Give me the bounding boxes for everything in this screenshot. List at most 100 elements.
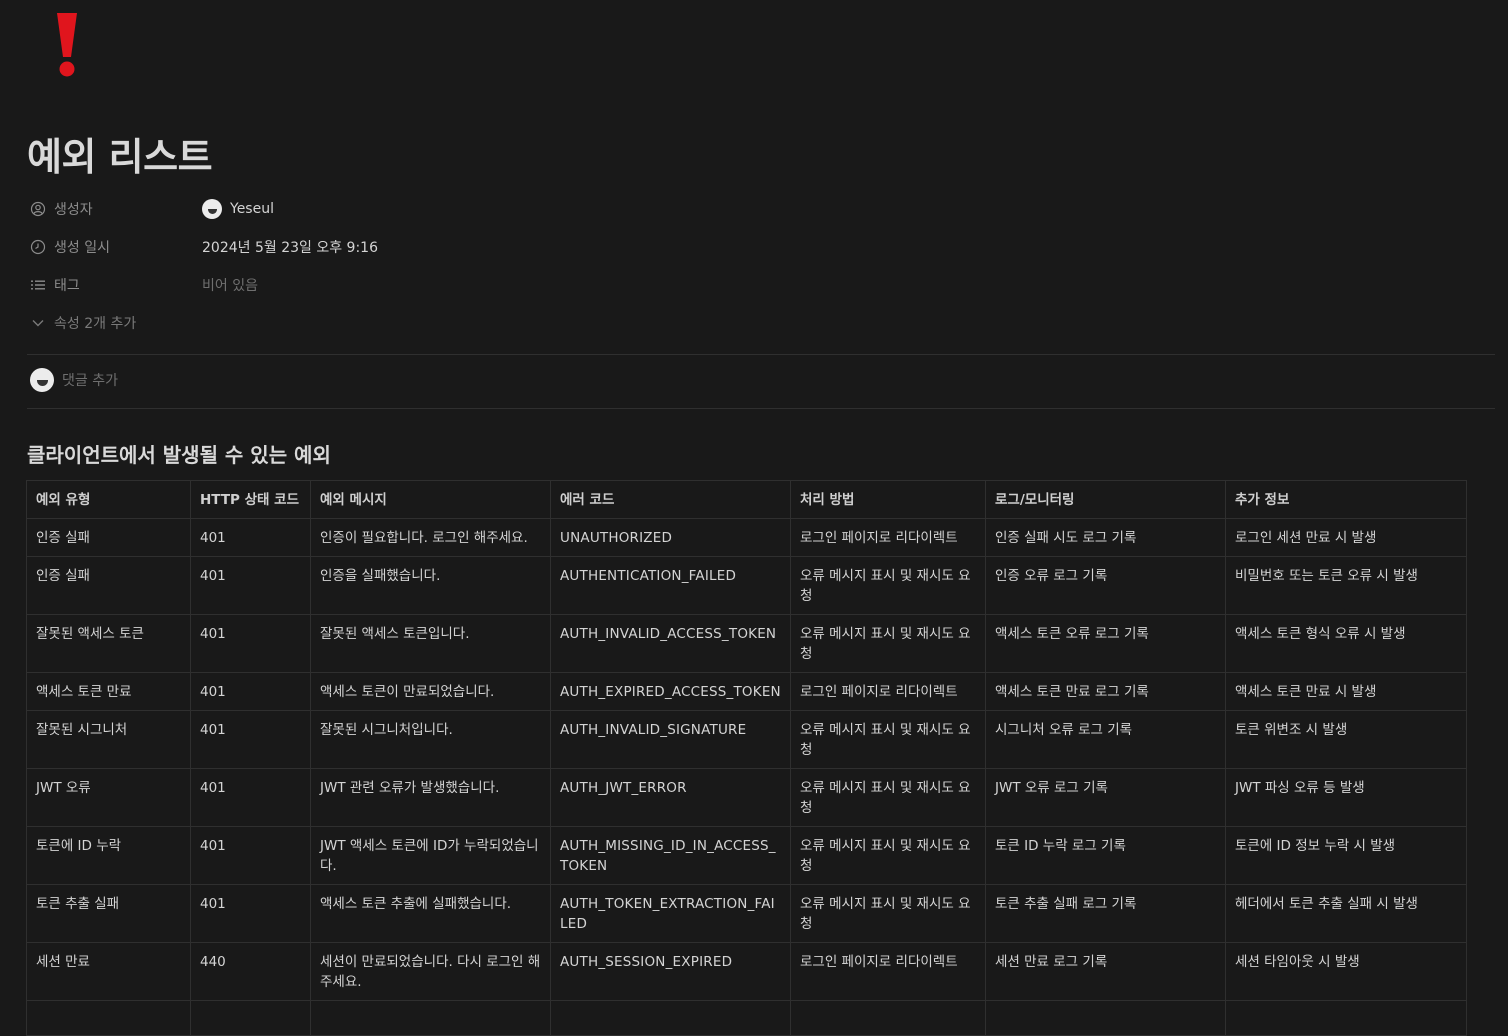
- table-cell[interactable]: 오류 메시지 표시 및 재시도 요청: [790, 614, 986, 673]
- table-row: 토큰에 ID 누락 401 JWT 액세스 토큰에 ID가 누락되었습니다. A…: [26, 826, 1467, 885]
- table-cell[interactable]: AUTH_TOKEN_EXTRACTION_FAILED: [550, 884, 791, 943]
- table-cell[interactable]: 세션 타임아웃 시 발생: [1225, 942, 1467, 1001]
- table-cell[interactable]: AUTH_INVALID_SIGNATURE: [550, 710, 791, 769]
- table-cell[interactable]: 인증 실패 시도 로그 기록: [985, 518, 1226, 557]
- table-cell[interactable]: 401: [190, 884, 311, 943]
- column-header[interactable]: 에러 코드: [550, 480, 791, 519]
- column-header[interactable]: 처리 방법: [790, 480, 986, 519]
- table-cell[interactable]: 401: [190, 826, 311, 885]
- table-cell[interactable]: 오류 메시지 표시 및 재시도 요청: [790, 710, 986, 769]
- exceptions-table[interactable]: 예외 유형 HTTP 상태 코드 예외 메시지 에러 코드 처리 방법 로그/모…: [26, 480, 1467, 1036]
- table-cell[interactable]: 로그인 페이지로 리다이렉트: [790, 942, 986, 1001]
- table-cell[interactable]: AUTH_JWT_ERROR: [550, 768, 791, 827]
- table-cell[interactable]: 액세스 토큰 만료 시 발생: [1225, 672, 1467, 711]
- table-cell[interactable]: 잘못된 시그니처: [26, 710, 191, 769]
- table-cell[interactable]: [790, 1000, 986, 1036]
- table-cell[interactable]: 토큰 추출 실패 로그 기록: [985, 884, 1226, 943]
- table-cell[interactable]: JWT 파싱 오류 등 발생: [1225, 768, 1467, 827]
- property-tags[interactable]: 태그 비어 있음: [30, 266, 730, 304]
- table-cell[interactable]: JWT 오류 로그 기록: [985, 768, 1226, 827]
- avatar: [202, 199, 222, 219]
- table-cell[interactable]: 토큰 추출 실패: [26, 884, 191, 943]
- clock-icon: [30, 239, 46, 255]
- table-cell[interactable]: 토큰에 ID 누락: [26, 826, 191, 885]
- chevron-down-icon: [32, 320, 44, 327]
- table-cell[interactable]: [550, 1000, 791, 1036]
- table-cell[interactable]: 액세스 토큰 만료: [26, 672, 191, 711]
- add-more-properties-label: 속성 2개 추가: [54, 316, 137, 332]
- table-cell[interactable]: 오류 메시지 표시 및 재시도 요청: [790, 556, 986, 615]
- table-cell[interactable]: 401: [190, 556, 311, 615]
- table-cell[interactable]: 액세스 토큰이 만료되었습니다.: [310, 672, 551, 711]
- property-label-text: 생성자: [54, 202, 93, 218]
- table-cell[interactable]: JWT 액세스 토큰에 ID가 누락되었습니다.: [310, 826, 551, 885]
- table-cell[interactable]: 오류 메시지 표시 및 재시도 요청: [790, 884, 986, 943]
- table-cell[interactable]: UNAUTHORIZED: [550, 518, 791, 557]
- property-label-created-by: 생성자: [30, 199, 202, 219]
- table-cell[interactable]: 401: [190, 768, 311, 827]
- table-cell[interactable]: 오류 메시지 표시 및 재시도 요청: [790, 826, 986, 885]
- table-cell[interactable]: 인증을 실패했습니다.: [310, 556, 551, 615]
- table-cell[interactable]: JWT 오류: [26, 768, 191, 827]
- property-created-time[interactable]: 생성 일시 2024년 5월 23일 오후 9:16: [30, 228, 730, 266]
- table-cell[interactable]: 토큰에 ID 정보 누락 시 발생: [1225, 826, 1467, 885]
- table-cell[interactable]: 잘못된 시그니처입니다.: [310, 710, 551, 769]
- table-cell[interactable]: AUTH_MISSING_ID_IN_ACCESS_TOKEN: [550, 826, 791, 885]
- table-cell[interactable]: 액세스 토큰 추출에 실패했습니다.: [310, 884, 551, 943]
- table-cell[interactable]: 인증이 필요합니다. 로그인 해주세요.: [310, 518, 551, 557]
- column-header[interactable]: HTTP 상태 코드: [190, 480, 311, 519]
- table-cell[interactable]: AUTH_SESSION_EXPIRED: [550, 942, 791, 1001]
- property-more[interactable]: 속성 2개 추가: [30, 304, 730, 342]
- page-title[interactable]: 예외 리스트: [27, 126, 213, 181]
- add-more-properties-button[interactable]: 속성 2개 추가: [30, 313, 136, 333]
- table-cell[interactable]: 인증 실패: [26, 518, 191, 557]
- table-cell[interactable]: AUTH_INVALID_ACCESS_TOKEN: [550, 614, 791, 673]
- table-cell[interactable]: [310, 1000, 551, 1036]
- add-comment[interactable]: 댓글 추가: [30, 368, 118, 392]
- table-cell[interactable]: AUTHENTICATION_FAILED: [550, 556, 791, 615]
- table-cell[interactable]: 세션 만료: [26, 942, 191, 1001]
- divider: [27, 354, 1495, 355]
- property-value-created-by[interactable]: Yeseul: [202, 199, 274, 219]
- column-header[interactable]: 로그/모니터링: [985, 480, 1226, 519]
- table-cell[interactable]: 세션이 만료되었습니다. 다시 로그인 해주세요.: [310, 942, 551, 1001]
- column-header[interactable]: 예외 메시지: [310, 480, 551, 519]
- property-label-tags: 태그: [30, 275, 202, 295]
- column-header[interactable]: 추가 정보: [1225, 480, 1467, 519]
- table-row: 인증 실패 401 인증이 필요합니다. 로그인 해주세요. UNAUTHORI…: [26, 518, 1467, 557]
- table-cell[interactable]: 헤더에서 토큰 추출 실패 시 발생: [1225, 884, 1467, 943]
- table-cell[interactable]: 로그인 페이지로 리다이렉트: [790, 518, 986, 557]
- table-cell[interactable]: 토큰 ID 누락 로그 기록: [985, 826, 1226, 885]
- table-cell[interactable]: 로그인 페이지로 리다이렉트: [790, 672, 986, 711]
- table-cell[interactable]: 잘못된 액세스 토큰입니다.: [310, 614, 551, 673]
- table-cell[interactable]: 401: [190, 672, 311, 711]
- table-cell[interactable]: JWT 관련 오류가 발생했습니다.: [310, 768, 551, 827]
- table-cell[interactable]: 인증 오류 로그 기록: [985, 556, 1226, 615]
- table-cell[interactable]: [26, 1000, 191, 1036]
- column-header[interactable]: 예외 유형: [26, 480, 191, 519]
- table-cell[interactable]: [190, 1000, 311, 1036]
- table-cell[interactable]: 비밀번호 또는 토큰 오류 시 발생: [1225, 556, 1467, 615]
- table-cell[interactable]: 로그인 세션 만료 시 발생: [1225, 518, 1467, 557]
- section-heading[interactable]: 클라이언트에서 발생될 수 있는 예외: [27, 439, 331, 468]
- table-cell[interactable]: 인증 실패: [26, 556, 191, 615]
- table-cell[interactable]: 401: [190, 710, 311, 769]
- property-created-by[interactable]: 생성자 Yeseul: [30, 190, 730, 228]
- table-cell[interactable]: 401: [190, 614, 311, 673]
- table-cell[interactable]: 잘못된 액세스 토큰: [26, 614, 191, 673]
- table-cell[interactable]: 세션 만료 로그 기록: [985, 942, 1226, 1001]
- table-cell[interactable]: 액세스 토큰 만료 로그 기록: [985, 672, 1226, 711]
- table-cell[interactable]: [1225, 1000, 1467, 1036]
- property-value-tags[interactable]: 비어 있음: [202, 275, 258, 295]
- table-cell[interactable]: 440: [190, 942, 311, 1001]
- list-icon: [31, 280, 45, 290]
- table-cell[interactable]: 액세스 토큰 오류 로그 기록: [985, 614, 1226, 673]
- table-cell[interactable]: 시그니처 오류 로그 기록: [985, 710, 1226, 769]
- add-comment-input[interactable]: 댓글 추가: [62, 370, 118, 390]
- table-cell[interactable]: 401: [190, 518, 311, 557]
- table-cell[interactable]: AUTH_EXPIRED_ACCESS_TOKEN: [550, 672, 791, 711]
- table-cell[interactable]: 액세스 토큰 형식 오류 시 발생: [1225, 614, 1467, 673]
- table-cell[interactable]: [985, 1000, 1226, 1036]
- table-cell[interactable]: 토큰 위변조 시 발생: [1225, 710, 1467, 769]
- table-cell[interactable]: 오류 메시지 표시 및 재시도 요청: [790, 768, 986, 827]
